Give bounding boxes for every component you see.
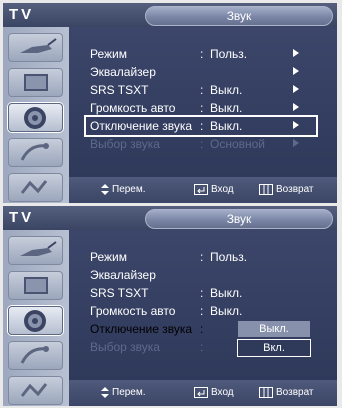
menu-content: Режим : Польз. Эквалайзер SRS TSXT : Вык…: [69, 27, 337, 177]
footer-move[interactable]: Перем.: [101, 183, 146, 197]
osd-sound-menu-bottom: TV Звук Режим : Польз. Эквалайзер SRS TS…: [3, 206, 337, 406]
sidebar: [3, 27, 69, 203]
speaker-icon[interactable]: [8, 103, 63, 132]
arrow-right-icon: [293, 49, 299, 57]
enter-icon: [194, 183, 208, 195]
footer-enter[interactable]: Вход: [194, 183, 234, 197]
row-separator: :: [200, 340, 204, 354]
footer-return-label: Возврат: [276, 184, 314, 195]
row-value: Основной: [210, 137, 266, 151]
row-label: Громкость авто: [90, 101, 176, 115]
tv-label: TV: [9, 209, 35, 226]
row-value: Польз.: [210, 47, 248, 61]
satellite-icon[interactable]: [8, 138, 63, 167]
row-separator: :: [200, 250, 204, 264]
tv-screen-icon[interactable]: [8, 68, 63, 97]
row-label: Выбор звука: [90, 340, 160, 354]
menu-row-srs-tsxt[interactable]: SRS TSXT : Выкл.: [90, 81, 332, 99]
row-value: Выкл.: [210, 304, 243, 318]
footer-enter-label: Вход: [211, 387, 234, 398]
row-value: Выкл.: [210, 101, 243, 115]
row-label: Выбор звука: [90, 137, 160, 151]
speaker-icon[interactable]: [8, 306, 63, 335]
arrow-right-icon: [293, 103, 299, 111]
footer-bar: Перем. Вход Возврат: [69, 177, 337, 203]
footer-return[interactable]: Возврат: [259, 386, 314, 400]
arrow-right-icon: [293, 139, 299, 147]
footer-move-label: Перем.: [112, 387, 146, 398]
antenna-icon[interactable]: [8, 236, 63, 265]
row-separator: :: [200, 286, 204, 300]
row-separator: :: [200, 83, 204, 97]
osd-sound-menu-top: TV Звук Режим : Польз. Эквалайзер SRS TS…: [3, 3, 337, 203]
sidebar: [3, 230, 69, 406]
enter-icon: [194, 386, 208, 398]
menu-row-mute[interactable]: Отключение звука : Выкл.: [84, 115, 318, 137]
footer-move-label: Перем.: [112, 184, 146, 195]
row-label: Эквалайзер: [90, 268, 156, 282]
menu-title: Звук: [145, 6, 333, 26]
satellite-icon[interactable]: [8, 341, 63, 370]
footer-bar: Перем. Вход Возврат: [69, 380, 337, 406]
arrow-right-icon: [293, 85, 299, 93]
row-label: Режим: [90, 47, 127, 61]
row-label: Громкость авто: [90, 304, 176, 318]
dropdown-option-on[interactable]: Вкл.: [237, 339, 311, 357]
tv-label: TV: [9, 6, 35, 23]
title-bar: TV Звук: [3, 3, 337, 27]
menu-title: Звук: [145, 209, 333, 229]
row-separator: :: [200, 304, 204, 318]
up-down-icon: [101, 386, 109, 398]
row-value: Польз.: [210, 250, 248, 264]
up-down-icon: [101, 183, 109, 195]
row-separator: :: [200, 322, 204, 336]
dropdown-option-off[interactable]: Выкл.: [238, 321, 310, 337]
footer-return[interactable]: Возврат: [259, 183, 314, 197]
arrow-right-icon: [293, 121, 299, 129]
arrow-right-icon: [293, 67, 299, 75]
row-label: SRS TSXT: [90, 83, 149, 97]
menu-row-srs-tsxt[interactable]: SRS TSXT : Выкл.: [90, 284, 332, 302]
menu-content: Режим : Польз. Эквалайзер SRS TSXT : Вык…: [69, 230, 337, 380]
row-separator: :: [200, 119, 204, 133]
menu-row-equalizer[interactable]: Эквалайзер: [90, 63, 332, 81]
menu-row-auto-volume[interactable]: Громкость авто : Выкл.: [90, 302, 332, 320]
row-separator: :: [200, 137, 204, 151]
menu-row-sound-select: Выбор звука : Основной: [90, 135, 332, 153]
footer-move[interactable]: Перем.: [101, 386, 146, 400]
row-value: Выкл.: [210, 119, 243, 133]
row-label: Отключение звука: [90, 119, 193, 133]
row-separator: :: [200, 47, 204, 61]
footer-enter[interactable]: Вход: [194, 386, 234, 400]
row-label: Эквалайзер: [90, 65, 156, 79]
menu-row-mode[interactable]: Режим : Польз.: [90, 45, 332, 63]
row-label: Отключение звука: [90, 322, 193, 336]
row-label: SRS TSXT: [90, 286, 149, 300]
return-icon: [259, 183, 273, 195]
row-value: Выкл.: [210, 286, 243, 300]
row-separator: :: [200, 101, 204, 115]
footer-enter-label: Вход: [211, 184, 234, 195]
menu-row-auto-volume[interactable]: Громкость авто : Выкл.: [90, 99, 332, 117]
tv-screen-icon[interactable]: [8, 271, 63, 300]
menu-row-equalizer[interactable]: Эквалайзер: [90, 266, 332, 284]
footer-return-label: Возврат: [276, 387, 314, 398]
mute-dropdown[interactable]: Выкл. Вкл.: [237, 321, 311, 359]
row-value: Выкл.: [210, 83, 243, 97]
antenna-icon[interactable]: [8, 33, 63, 62]
settings-icon[interactable]: [8, 173, 63, 202]
title-bar: TV Звук: [3, 206, 337, 230]
row-label: Режим: [90, 250, 127, 264]
settings-icon[interactable]: [8, 376, 63, 405]
menu-row-mode[interactable]: Режим : Польз.: [90, 248, 332, 266]
return-icon: [259, 386, 273, 398]
